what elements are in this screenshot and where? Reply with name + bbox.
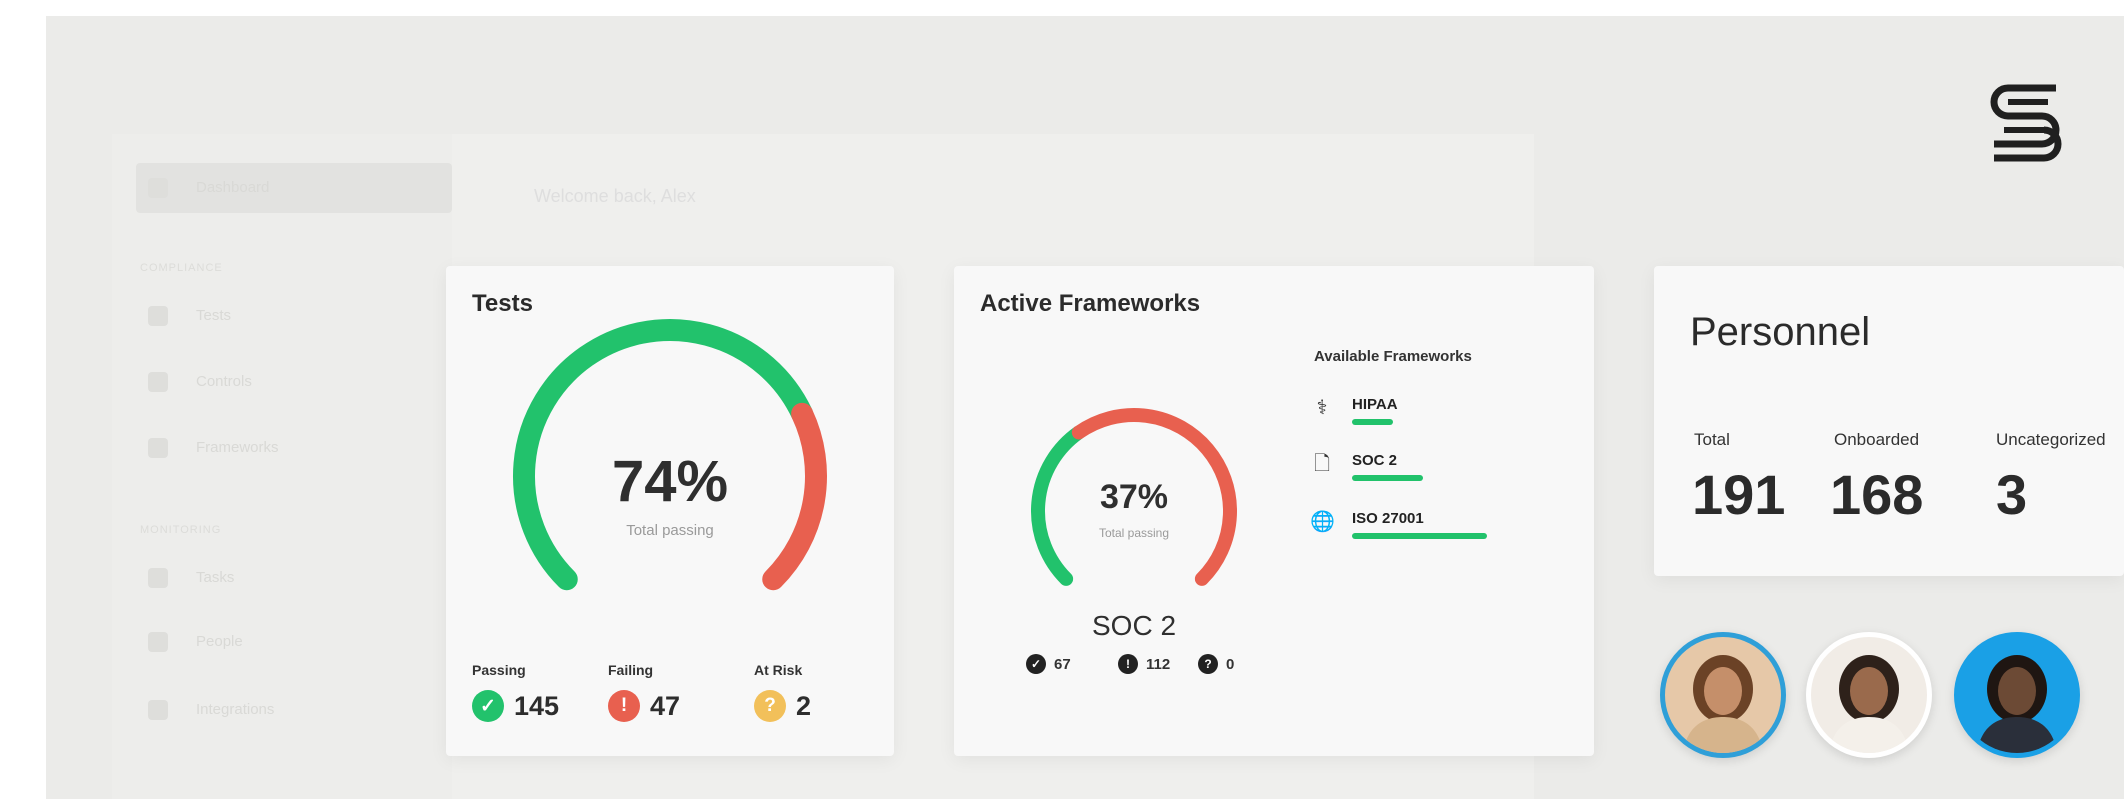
document-icon: 🗋 [1313,453,1331,475]
welcome-heading: Welcome back, Alex [534,186,696,206]
tests-title: Tests [472,290,533,317]
check-icon: ✓ [1026,654,1046,674]
person-icon [1977,655,2057,753]
uncategorized-label: Uncategorized [1996,430,2106,449]
personnel-card[interactable]: Personnel Total Onboarded Uncategorized … [1654,266,2124,576]
total-label: Total [1694,430,1730,449]
sidebar-item-integrations[interactable]: Integrations [148,700,274,720]
framework-item-hipaa[interactable]: ⚕ HIPAA [1310,396,1398,425]
plug-icon [148,700,168,720]
clipboard-icon [148,568,168,588]
soc2-pass-count: ✓ 67 [1026,654,1071,674]
framework-progress-bar [1352,533,1487,539]
tests-percent: 74% [611,449,729,514]
framework-item-soc2[interactable]: 🗋 SOC 2 [1310,452,1423,481]
passing-count: 145 [514,690,560,721]
total-count: 191 [1692,463,1786,526]
alert-icon: ! [608,690,640,722]
personnel-title: Personnel [1690,310,1871,354]
sidebar-item-controls[interactable]: Controls [148,372,252,392]
sidebar-section-label: MONITORING [140,524,222,536]
framework-item-iso27001[interactable]: 🌐 ISO 27001 [1310,510,1487,539]
sidebar-item-tasks[interactable]: Tasks [148,568,234,588]
alert-icon: ! [1118,654,1138,674]
frameworks-percent: 37% [1099,478,1169,516]
person-icon [1829,655,1909,753]
caduceus-icon: ⚕ [1316,397,1328,419]
sidebar-section-label: COMPLIANCE [140,262,223,274]
shield-icon [148,372,168,392]
framework-progress-bar [1352,419,1393,425]
user-icon [148,632,168,652]
frameworks-title: Active Frameworks [980,290,1201,317]
onboarded-label: Onboarded [1834,430,1920,449]
globe-icon: 🌐 [1310,511,1335,533]
cube-icon [148,438,168,458]
home-icon [148,178,168,198]
available-frameworks-title: Available Frameworks [1314,348,1472,365]
tests-subtitle: Total passing [626,522,714,539]
passing-stat: ✓ 145 [472,690,559,722]
passing-label: Passing [472,662,526,678]
uncategorized-count: 3 [1996,463,2028,526]
framework-label: SOC 2 [1352,452,1398,469]
framework-label: HIPAA [1352,396,1398,413]
sidebar-item-dashboard-label: Dashboard [148,178,269,198]
brand-logo [1990,84,2062,162]
check-icon: ✓ [472,690,504,722]
at-risk-stat: ? 2 [754,690,811,722]
frameworks-card[interactable]: Active Frameworks 37% Total passing SOC … [954,266,1594,756]
tests-failing-arc [762,402,827,591]
person-icon [1683,655,1763,753]
framework-progress-bar [1352,475,1423,481]
sidebar-item-people[interactable]: People [148,632,243,652]
tests-card[interactable]: Tests 74% Total passing Passing Failing … [446,266,894,756]
sidebar-item-frameworks[interactable]: Frameworks [148,438,279,458]
avatar[interactable] [1806,632,1932,758]
question-icon: ? [1198,654,1218,674]
framework-name: SOC 2 [1091,610,1177,641]
failing-count: 47 [650,690,681,721]
avatar[interactable] [1660,632,1786,758]
question-icon: ? [754,690,786,722]
at-risk-count: 2 [796,690,812,721]
avatar[interactable] [1954,632,2080,758]
soc2-fail-count: ! 112 [1118,654,1170,674]
failing-stat: ! 47 [608,690,680,722]
soc2-risk-count: ? 0 [1198,654,1234,674]
frameworks-subtitle: Total passing [1098,526,1170,540]
framework-label: ISO 27001 [1352,510,1424,527]
sidebar-item-tests[interactable]: Tests [148,306,231,326]
failing-label: Failing [608,662,654,678]
onboarded-count: 168 [1830,463,1924,526]
at-risk-label: At Risk [754,662,803,678]
flask-icon [148,306,168,326]
